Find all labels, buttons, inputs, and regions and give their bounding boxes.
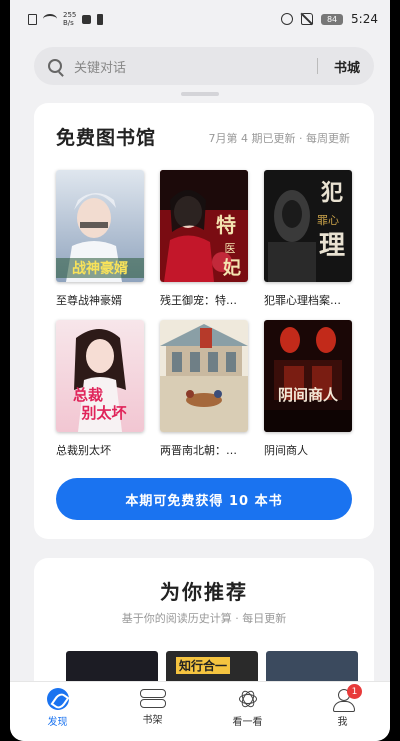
book-cover[interactable] (160, 320, 248, 432)
book-title: 两晋南北朝：… (160, 444, 237, 457)
book-title: 犯罪心理档案… (264, 294, 341, 307)
discover-icon (46, 688, 69, 710)
free-library-subtitle: 7月第 4 期已更新 · 每周更新 (208, 132, 350, 145)
notification-icon (82, 14, 92, 24)
bookcity-button[interactable]: 书城 (334, 57, 360, 76)
book-cover[interactable]: 犯 罪心 理 (264, 170, 352, 282)
svg-text:犯: 犯 (320, 180, 343, 206)
app-screen: 255 B/s 84 5:24 关键对话 书城 免费图书馆 7月第 4 期已更新… (10, 0, 390, 741)
recommend-thumb-label: 知行合一 (176, 657, 231, 674)
free-books-button[interactable]: 本期可免费获得 10 本书 (56, 478, 352, 520)
search-bar[interactable]: 关键对话 书城 (34, 47, 374, 85)
recommend-title: 为你推荐 (160, 580, 248, 604)
nav-label: 书架 (142, 715, 163, 726)
free-library-card: 免费图书馆 7月第 4 期已更新 · 每周更新 战神豪婿 至尊战神豪婿 特 医 … (34, 103, 374, 539)
status-bar: 255 B/s 84 5:24 (10, 0, 390, 38)
cover-title: 战神豪婿 (72, 260, 129, 277)
book-item[interactable]: 特 医 妃 残王御宠：特… (160, 170, 248, 308)
search-icon (48, 59, 62, 73)
nav-label: 我 (337, 717, 348, 728)
book-cover[interactable]: 总裁 别太坏 (56, 320, 144, 432)
book-cover[interactable]: 特 医 妃 (160, 170, 248, 282)
book-title: 至尊战神豪婿 (56, 294, 122, 307)
svg-text:理: 理 (319, 231, 345, 261)
book-title: 阴间商人 (264, 444, 308, 457)
book-cover[interactable]: 战神豪婿 (56, 170, 144, 282)
bookshelf-icon (139, 688, 166, 708)
bottom-nav: 发现 书架 看一看 1 我 (10, 681, 390, 741)
recommend-subtitle: 基于你的阅读历史计算 · 每日更新 (121, 612, 287, 625)
book-item[interactable]: 阴间商人 阴间商人 (264, 320, 352, 458)
free-library-title: 免费图书馆 (56, 127, 157, 149)
book-title: 残王御宠：特… (160, 294, 237, 307)
book-item[interactable]: 战神豪婿 至尊战神豪婿 (56, 170, 144, 308)
mute-icon (301, 13, 314, 25)
nav-label: 看一看 (232, 717, 263, 728)
svg-text:医: 医 (225, 242, 236, 255)
net-speed: 255 B/s (63, 11, 77, 27)
search-divider (316, 58, 318, 74)
battery-icon: 84 (321, 13, 344, 25)
phone-icon (97, 13, 104, 25)
nav-item-me[interactable]: 1 我 (295, 682, 390, 741)
nav-label: 发现 (47, 717, 68, 728)
svg-text:特: 特 (216, 213, 236, 237)
drag-handle[interactable] (181, 92, 219, 96)
svg-text:罪心: 罪心 (317, 214, 339, 227)
wifi-icon (43, 14, 57, 24)
nav-item-bookshelf[interactable]: 书架 (105, 682, 200, 741)
svg-text:别太坏: 别太坏 (80, 404, 126, 422)
nav-item-discover[interactable]: 发现 (10, 682, 105, 741)
look-icon (237, 688, 259, 710)
notification-badge: 1 (347, 684, 362, 699)
book-title: 总裁别太坏 (56, 444, 111, 457)
book-item[interactable]: 两晋南北朝：… (160, 320, 248, 458)
svg-text:总裁: 总裁 (73, 386, 103, 404)
sim-icon (28, 13, 37, 25)
nav-item-look[interactable]: 看一看 (200, 682, 295, 741)
book-item[interactable]: 犯 罪心 理 犯罪心理档案… (264, 170, 352, 308)
cover-title: 阴间商人 (278, 386, 339, 404)
book-cover[interactable]: 阴间商人 (264, 320, 352, 432)
clock: 5:24 (351, 12, 378, 26)
svg-text:妃: 妃 (223, 257, 241, 279)
book-item[interactable]: 总裁 别太坏 总裁别太坏 (56, 320, 144, 458)
alarm-icon (281, 13, 294, 25)
search-input[interactable]: 关键对话 (74, 57, 317, 76)
